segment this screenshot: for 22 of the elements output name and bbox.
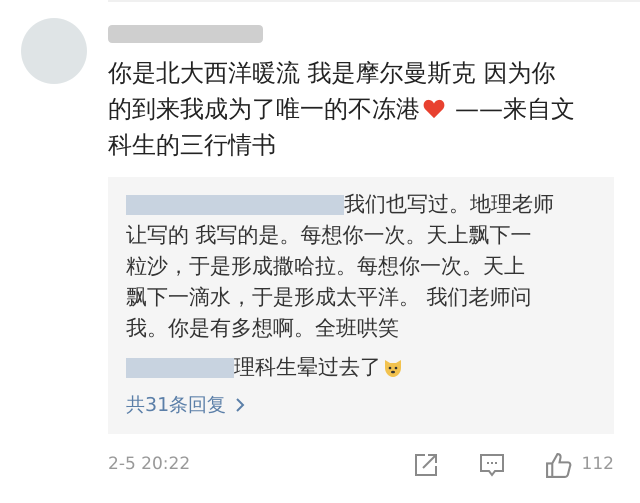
dog-face-icon <box>383 358 403 378</box>
reply-text: 我们也写过。地理老师 <box>344 191 554 218</box>
reply-text: 我。你是有多想啊。全班哄笑 <box>126 315 399 342</box>
reply-text: 让写的 我写的是。每想你一次。天上飘下一 <box>126 222 532 249</box>
chevron-right-icon <box>236 398 246 412</box>
blurred-username[interactable] <box>126 194 344 214</box>
reply-text: 理科生晕过去了 <box>234 354 381 381</box>
thumbs-up-icon[interactable] <box>544 452 572 478</box>
heart-icon <box>423 99 445 119</box>
comment-text: ——来自文 <box>455 94 575 125</box>
timestamp: 2-5 20:22 <box>108 453 192 476</box>
share-icon[interactable] <box>412 452 439 478</box>
reply-text: 粒沙，于是形成撒哈拉。每想你一次。天上 <box>126 253 525 280</box>
reply-text: 飘下一滴水，于是形成太平洋。 我们老师问 <box>126 284 532 311</box>
more-replies-link[interactable]: 共31条回复 <box>126 391 594 420</box>
comment-text: 的到来我成为了唯一的不冻港 <box>108 94 420 125</box>
comment-icon[interactable] <box>478 452 505 478</box>
comment-text: 你是北大西洋暖流 我是摩尔曼斯克 因为你 <box>108 58 556 89</box>
blurred-username[interactable] <box>108 25 263 43</box>
blurred-username[interactable] <box>126 358 234 378</box>
comment-text: 科生的三行情书 <box>108 130 276 161</box>
like-count: 112 <box>582 453 614 476</box>
